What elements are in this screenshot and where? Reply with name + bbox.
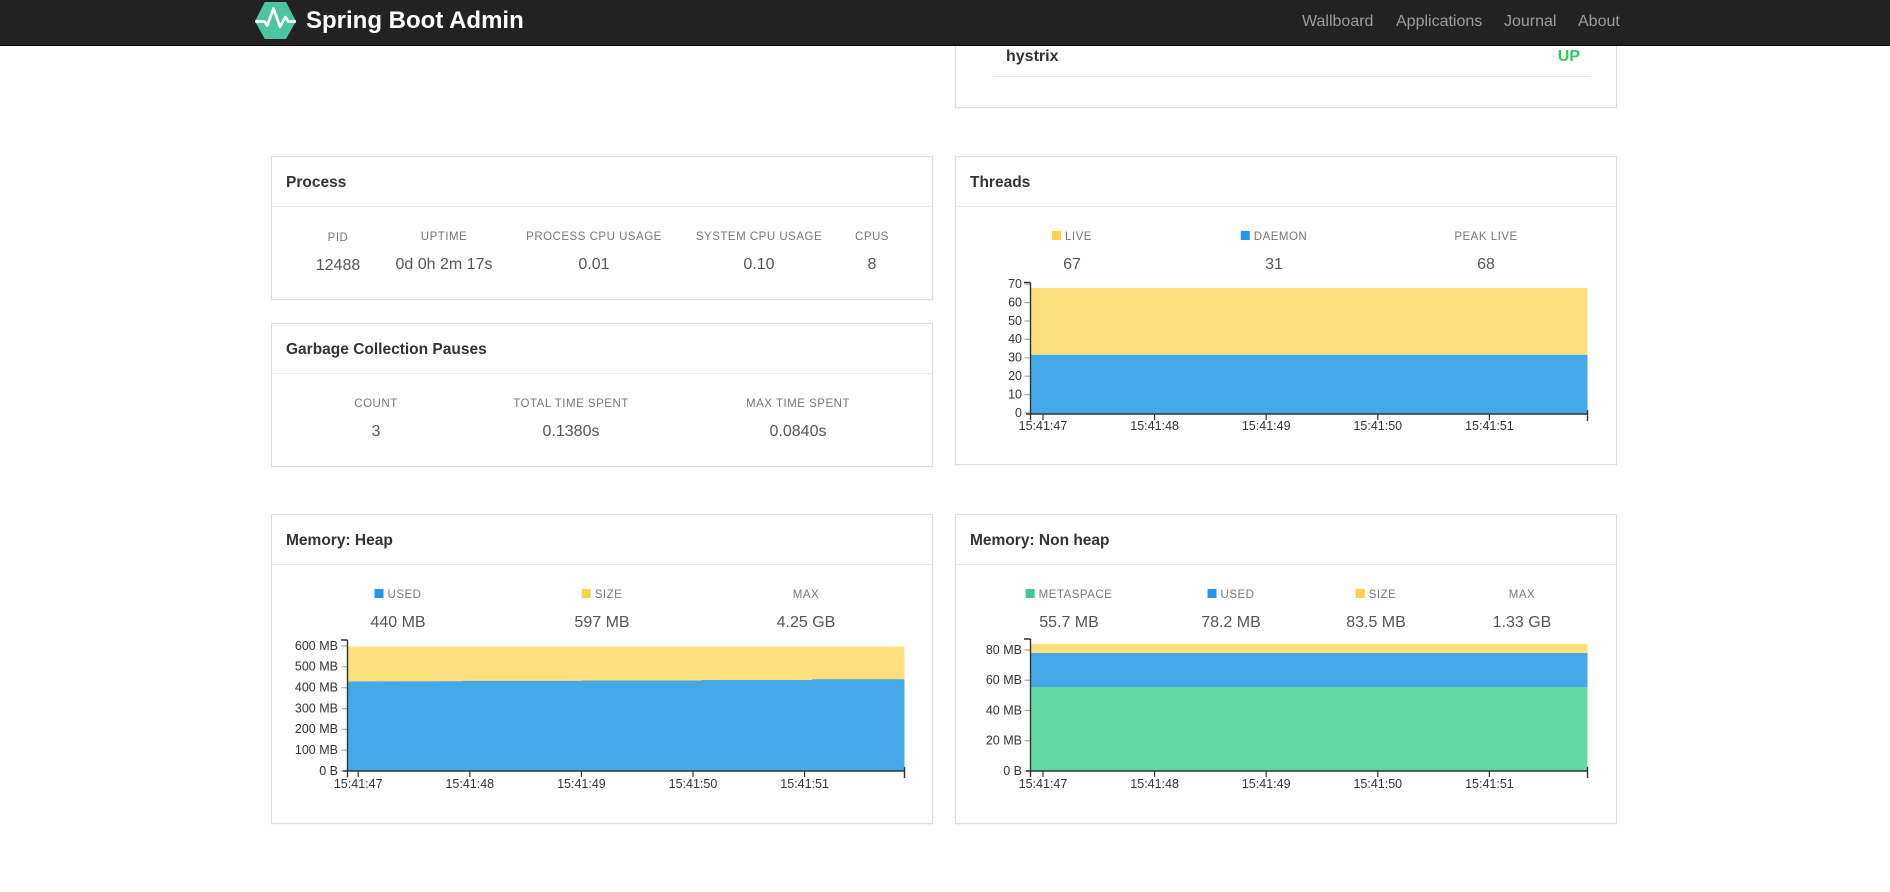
svg-text:15:41:51: 15:41:51 [780,777,829,791]
svg-text:15:41:49: 15:41:49 [1242,419,1291,433]
svg-text:40: 40 [1008,332,1022,346]
svg-text:30: 30 [1008,351,1022,365]
svg-text:60: 60 [1008,295,1022,309]
svg-text:15:41:50: 15:41:50 [1353,419,1402,433]
svg-text:15:41:47: 15:41:47 [1019,419,1068,433]
svg-text:200 MB: 200 MB [295,722,338,736]
svg-text:0 B: 0 B [1003,764,1022,778]
svg-text:50: 50 [1008,314,1022,328]
svg-text:0: 0 [1015,406,1022,420]
svg-text:15:41:48: 15:41:48 [445,777,494,791]
svg-text:100 MB: 100 MB [295,743,338,757]
svg-text:15:41:47: 15:41:47 [334,777,383,791]
svg-text:20: 20 [1008,369,1022,383]
svg-text:60 MB: 60 MB [986,673,1022,687]
svg-text:15:41:49: 15:41:49 [1242,777,1291,791]
svg-text:15:41:51: 15:41:51 [1465,777,1514,791]
svg-text:15:41:51: 15:41:51 [1465,419,1514,433]
svg-text:500 MB: 500 MB [295,660,338,674]
svg-text:0 B: 0 B [319,764,338,778]
svg-text:20 MB: 20 MB [986,734,1022,748]
svg-text:40 MB: 40 MB [986,703,1022,717]
svg-text:80 MB: 80 MB [986,643,1022,657]
svg-text:15:41:48: 15:41:48 [1130,419,1179,433]
svg-text:15:41:50: 15:41:50 [669,777,718,791]
svg-text:15:41:48: 15:41:48 [1130,777,1179,791]
svg-text:300 MB: 300 MB [295,701,338,715]
svg-text:15:41:50: 15:41:50 [1353,777,1402,791]
svg-text:15:41:49: 15:41:49 [557,777,606,791]
svg-text:70: 70 [1008,277,1022,291]
svg-text:400 MB: 400 MB [295,681,338,695]
svg-text:10: 10 [1008,387,1022,401]
svg-text:15:41:47: 15:41:47 [1019,777,1068,791]
svg-text:600 MB: 600 MB [295,639,338,653]
